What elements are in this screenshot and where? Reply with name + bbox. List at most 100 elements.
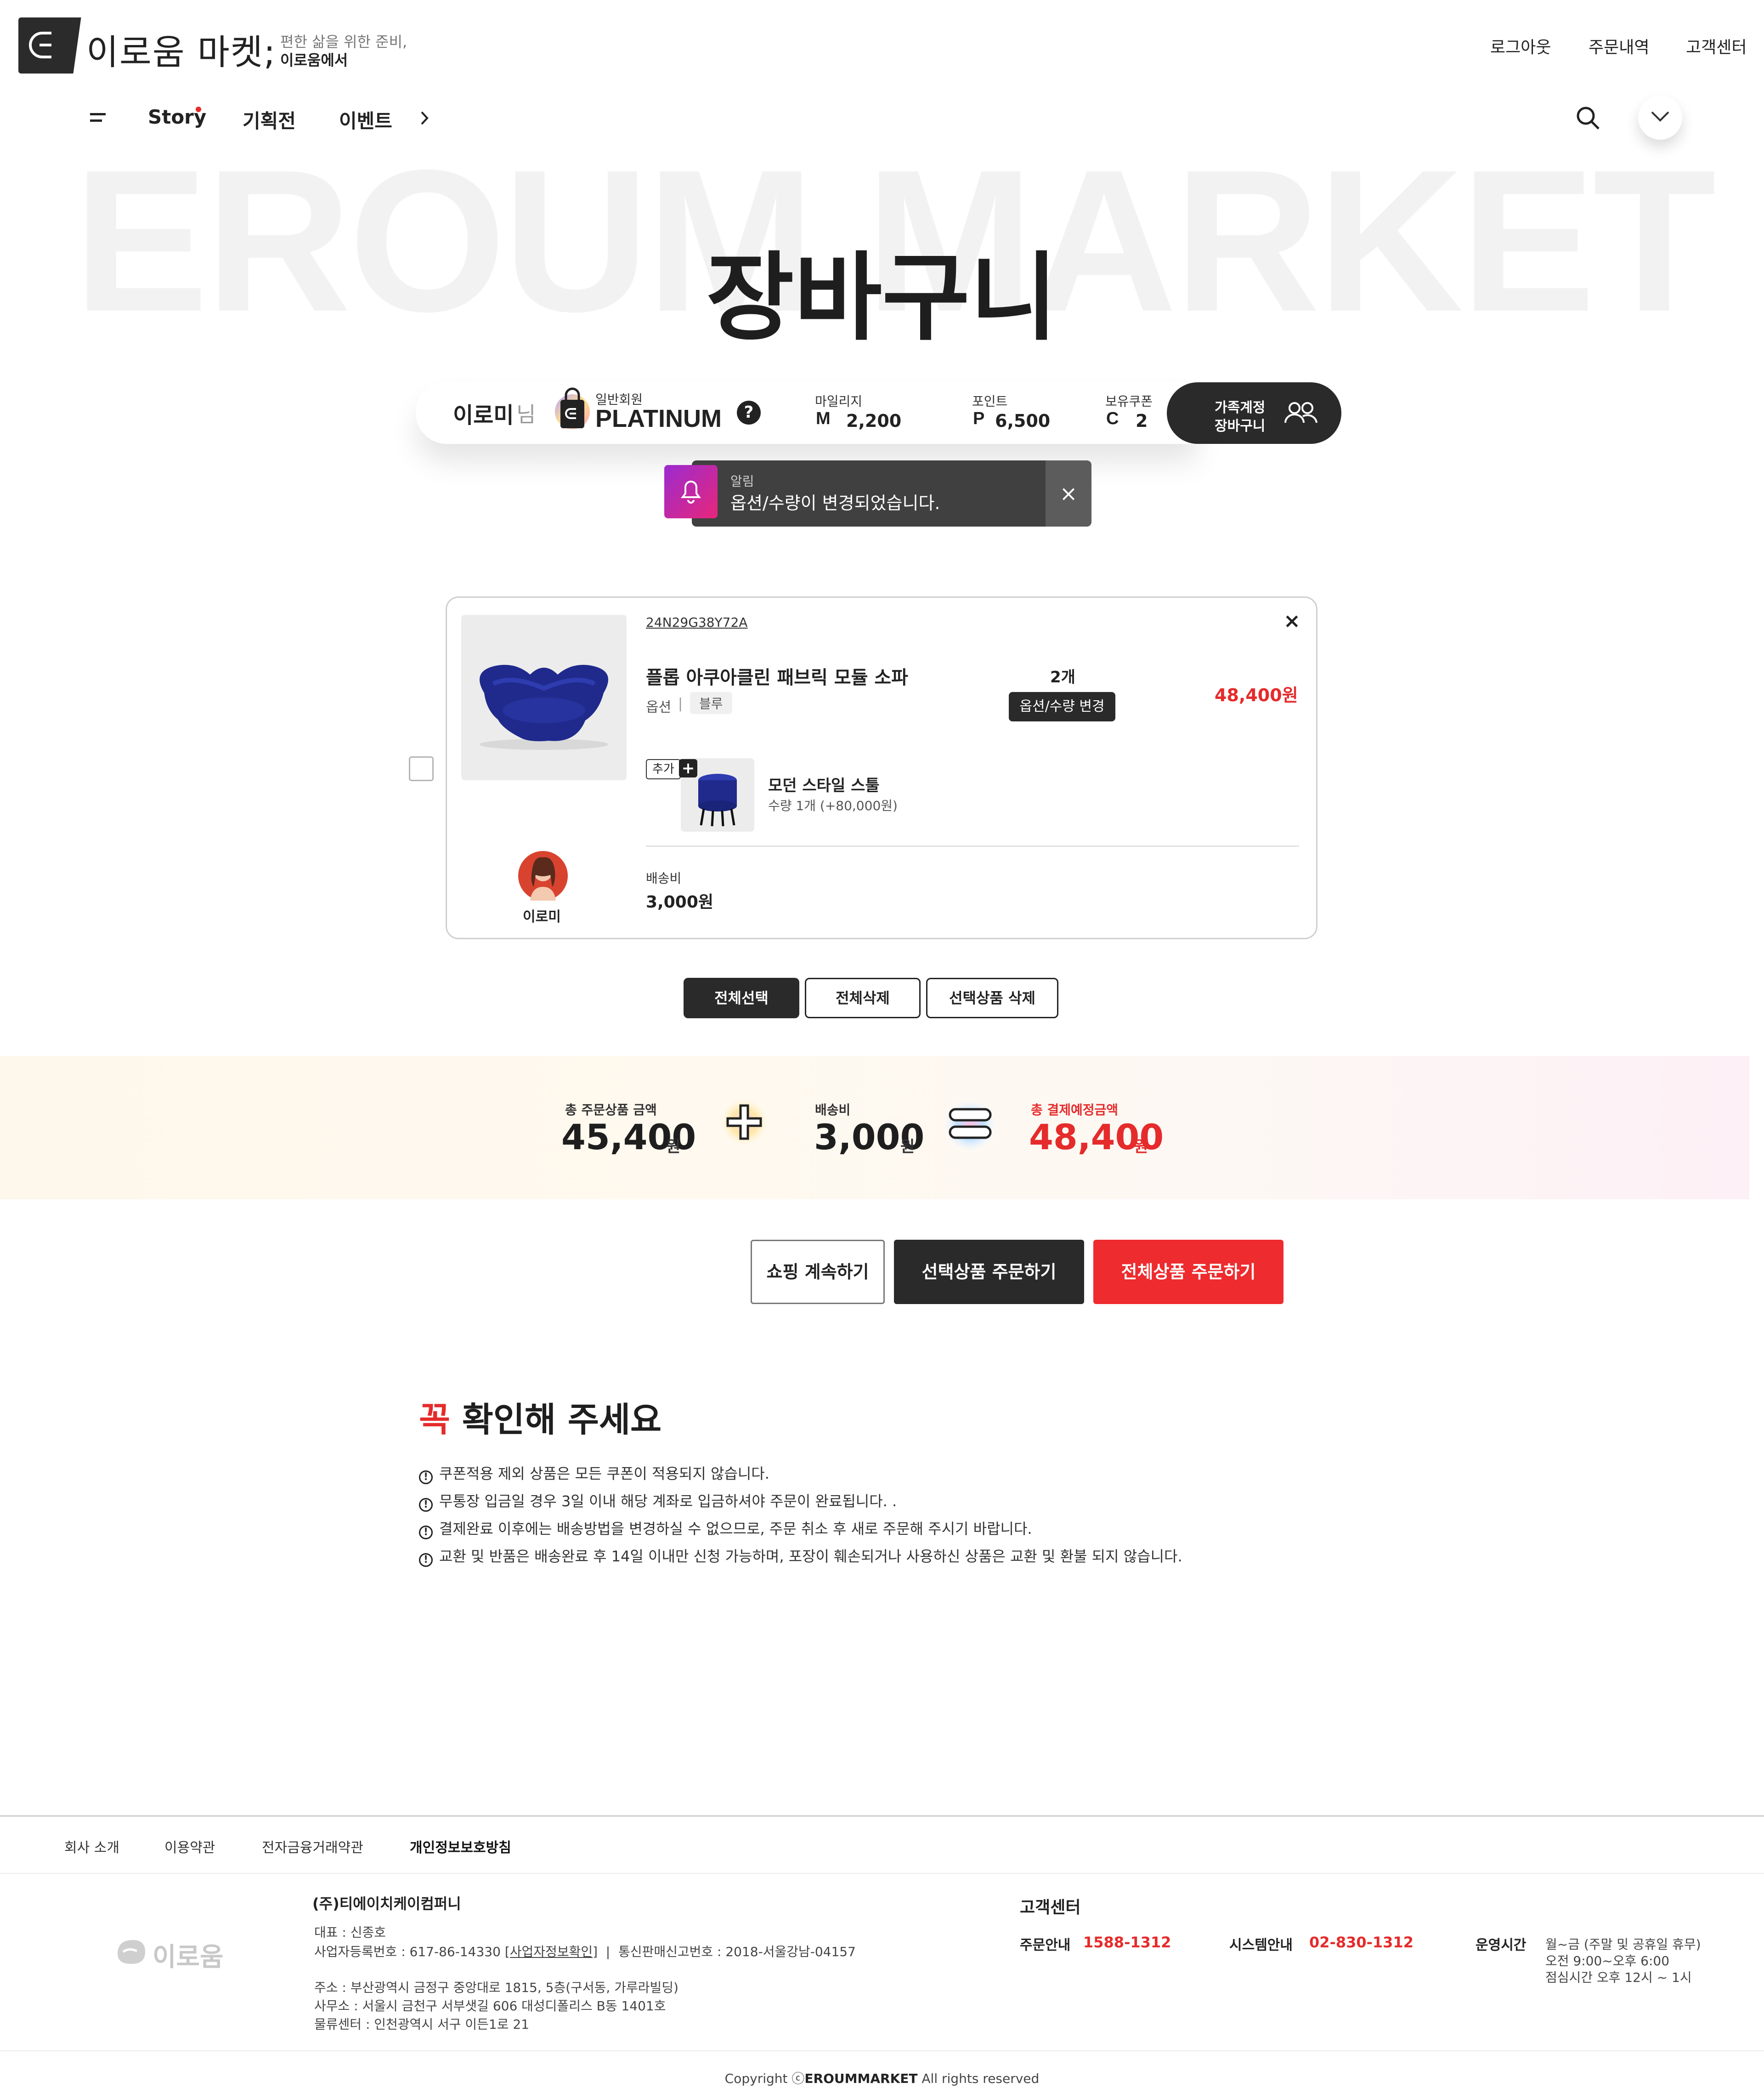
delete-all-button[interactable]: 전체삭제 [805, 978, 921, 1018]
toast-notification: 알림 옵션/수량이 변경되었습니다. × [664, 460, 1091, 527]
coupon-value: 2 [1136, 411, 1148, 431]
item-quantity: 2개 [1050, 668, 1075, 686]
nav-next-icon[interactable] [420, 110, 429, 126]
order-all-button[interactable]: 전체상품 주문하기 [1093, 1240, 1283, 1304]
page-title: 장바구니 [706, 243, 1058, 354]
footer-biz-number: 사업자등록번호 : 617-86-14330 [314, 1944, 501, 1959]
option-divider: | [678, 696, 683, 712]
footer-office: 사무소 : 서울시 금천구 서부샛길 606 대성디폴리스 B동 1401호 [314, 1998, 666, 2014]
copyright-brand: EROUMMARKET [804, 2071, 918, 2086]
notice-title-accent: 꼭 [419, 1400, 451, 1440]
addon-badge: 추가 [646, 759, 681, 779]
customer-center-link[interactable]: 고객센터 [1686, 34, 1747, 58]
footer-system-info-phone[interactable]: 02-830-1312 [1309, 1934, 1413, 1951]
footer-link-terms[interactable]: 이용약관 [164, 1836, 215, 1856]
toast-title: 알림 [730, 474, 754, 489]
footer-bottom-divider [0, 2050, 1764, 2051]
alert-icon: ! [419, 1553, 433, 1567]
shipping-total-unit: 원 [900, 1138, 915, 1156]
footer-link-company[interactable]: 회사 소개 [64, 1836, 119, 1856]
alert-icon: ! [419, 1498, 433, 1512]
mileage-value: 2,200 [846, 411, 902, 431]
grand-total-unit: 원 [1134, 1138, 1148, 1156]
member-name: 이로미 [453, 403, 514, 428]
point-icon: P [973, 409, 985, 428]
copyright-prefix: Copyright ⓒ [724, 2071, 805, 2086]
alert-icon: ! [419, 1470, 433, 1484]
product-name[interactable]: 플롭 아쿠아클린 패브릭 모듈 소파 [646, 663, 908, 689]
owner-avatar [518, 851, 568, 901]
toast-close-button[interactable]: × [1046, 460, 1091, 527]
notice-title: 꼭 확인해 주세요 [419, 1392, 662, 1441]
notice-text: 결제완료 이후에는 배송방법을 변경하실 수 없으므로, 주문 취소 후 새로 … [439, 1520, 1032, 1537]
select-all-button[interactable]: 전체선택 [684, 978, 799, 1018]
sofa-image [480, 664, 608, 750]
order-history-link[interactable]: 주문내역 [1589, 34, 1649, 58]
mileage-icon: M [816, 409, 831, 428]
footer-address: 주소 : 부산광역시 금정구 중앙대로 1815, 5층(구서동, 가루라빌딩) [314, 1980, 678, 1995]
footer-hours-line2: 오전 9:00~오후 6:00 [1545, 1953, 1670, 1969]
search-icon[interactable] [1575, 105, 1600, 130]
toast-badge [664, 465, 718, 518]
logout-link[interactable]: 로그아웃 [1490, 34, 1551, 58]
member-honorific: 님 [516, 402, 536, 427]
footer-copyright: Copyright ⓒEROUMMARKET All rights reserv… [0, 2069, 1764, 2087]
toast-message: 옵션/수량이 변경되었습니다. [730, 493, 940, 513]
footer-logo-text: 이로움 [153, 1942, 224, 1972]
footer-ecommerce-number: 통신판매신고번호 : 2018-서울강남-04157 [618, 1944, 856, 1959]
footer-hours-label: 운영시간 [1476, 1937, 1527, 1953]
coupon-label: 보유쿠폰 [1105, 394, 1153, 409]
footer-link-privacy[interactable]: 개인정보보호방침 [410, 1836, 511, 1856]
footer-hours-line1: 월~금 (주말 및 공휴일 휴무) [1545, 1937, 1701, 1952]
family-users-icon [1283, 400, 1319, 427]
bell-icon [681, 481, 701, 504]
grade-badge-icon [554, 386, 591, 432]
addon-name: 모던 스타일 스툴 [768, 777, 880, 795]
footer-company: (주)티에이치케이컴퍼니 [312, 1895, 461, 1912]
product-code[interactable]: 24N29G38Y72A [646, 615, 747, 630]
option-value-chip: 블루 [690, 692, 732, 714]
footer-link-efinance[interactable]: 전자금융거래약관 [262, 1836, 363, 1856]
notice-item: ! 쿠폰적용 제외 상품은 모든 쿠폰이 적용되지 않습니다. [419, 1462, 769, 1484]
order-selected-button[interactable]: 선택상품 주문하기 [894, 1240, 1084, 1304]
alert-icon: ! [419, 1526, 433, 1539]
brand-name[interactable]: 이로움 마켓; [86, 24, 276, 74]
footer-hours-line3: 점심시간 오후 12시 ~ 1시 [1545, 1970, 1692, 1985]
notice-text: 교환 및 반품은 배송완료 후 14일 이내만 신청 가능하며, 포장이 훼손되… [439, 1548, 1182, 1565]
family-cart-line2: 장바구니 [1215, 418, 1266, 434]
footer-divider [0, 1873, 1764, 1874]
items-total-unit: 원 [666, 1138, 681, 1156]
footer-logo-icon [113, 1935, 150, 1968]
shipping-label: 배송비 [646, 871, 682, 886]
remove-item-button[interactable]: × [1283, 609, 1300, 633]
shipping-value: 3,000원 [646, 893, 713, 912]
add-icon[interactable]: + [679, 759, 697, 777]
copyright-suffix: All rights reserved [917, 2071, 1040, 2086]
change-option-button[interactable]: 옵션/수량 변경 [1009, 692, 1115, 721]
product-image[interactable] [461, 615, 627, 780]
point-label: 포인트 [972, 394, 1008, 409]
grade-help-icon[interactable]: ? [737, 401, 761, 425]
delete-selected-button[interactable]: 선택상품 삭제 [926, 978, 1058, 1018]
footer-ceo: 대표 : 신종호 [314, 1925, 386, 1940]
option-label: 옵션 [646, 699, 672, 715]
family-cart-line1: 가족계정 [1215, 400, 1266, 416]
menu-icon[interactable] [90, 112, 107, 123]
continue-shopping-button[interactable]: 쇼핑 계속하기 [751, 1240, 885, 1304]
grade-name: PLATINUM [595, 405, 722, 432]
notice-item: ! 결제완료 이후에는 배송방법을 변경하실 수 없으므로, 주문 취소 후 새로… [419, 1517, 1032, 1539]
item-price: 48,400원 [1215, 685, 1298, 705]
logo-icon [29, 32, 51, 58]
footer-biz-link[interactable]: [사업자정보확인] [505, 1944, 598, 1959]
footer-order-info-phone[interactable]: 1588-1312 [1083, 1934, 1171, 1951]
footer-order-info-label: 주문안내 [1020, 1937, 1071, 1953]
family-cart-button[interactable]: 가족계정 장바구니 [1167, 382, 1341, 444]
point-value: 6,500 [995, 411, 1051, 431]
footer-biz-info: 사업자등록번호 : 617-86-14330 [사업자정보확인] | 통신판매신… [314, 1944, 856, 1959]
mileage-label: 마일리지 [815, 394, 863, 409]
logo-mark[interactable] [18, 17, 71, 74]
new-dot [196, 107, 201, 112]
notice-item: ! 무통장 입금일 경우 3일 이내 해당 계좌로 입금하셔야 주문이 완료됩니다… [419, 1490, 897, 1512]
item-checkbox[interactable] [409, 756, 434, 781]
notice-text: 무통장 입금일 경우 3일 이내 해당 계좌로 입금하셔야 주문이 완료됩니다.… [439, 1492, 897, 1510]
